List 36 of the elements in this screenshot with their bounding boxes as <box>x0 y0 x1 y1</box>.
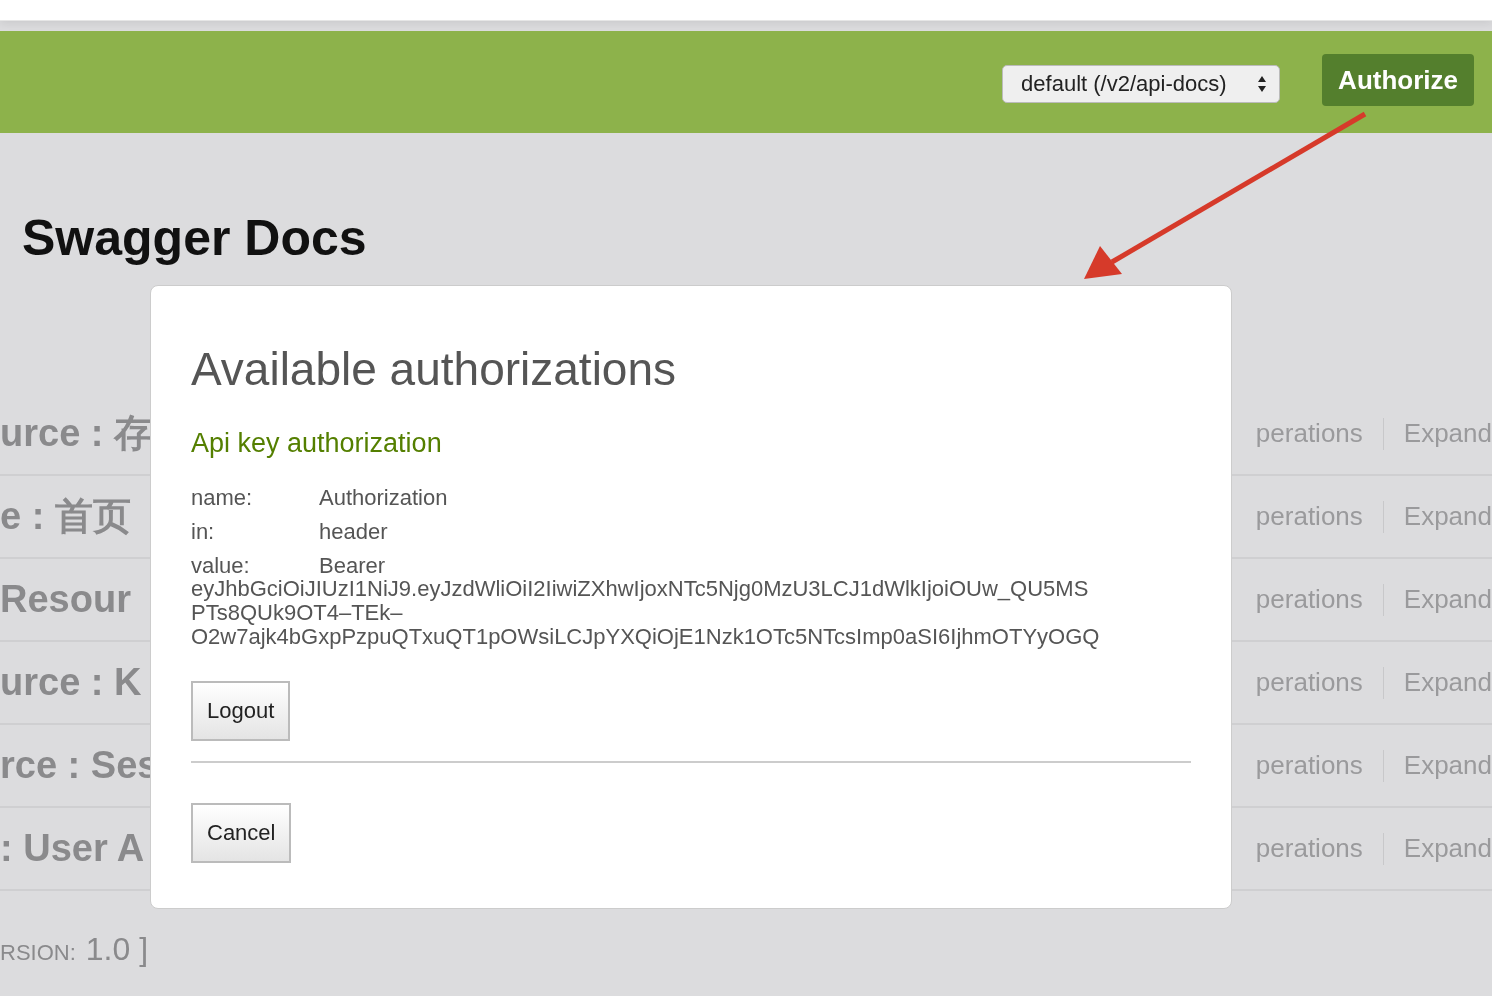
resource-name[interactable]: : User A <box>0 827 145 870</box>
operations-link[interactable]: perations <box>1255 750 1363 781</box>
expand-link[interactable]: Expand <box>1403 584 1492 615</box>
expand-link[interactable]: Expand <box>1403 750 1492 781</box>
field-value: header <box>319 519 388 545</box>
expand-link[interactable]: Expand <box>1403 418 1492 449</box>
spec-select[interactable]: default (/v2/api-docs) <box>1002 65 1281 103</box>
updown-caret-icon <box>1257 75 1268 93</box>
section-heading: Api key authorization <box>191 428 443 459</box>
resource-name[interactable]: urce : 存 <box>0 408 153 459</box>
logout-button[interactable]: Logout <box>191 681 291 741</box>
expand-link[interactable]: Expand <box>1403 833 1492 864</box>
resource-name[interactable]: urce : K <box>0 661 142 704</box>
page-title: Swagger Docs <box>22 209 368 268</box>
token-line: eyJhbGciOiJIUzI1NiJ9.eyJzdWliOiI2IiwiZXhwIjoxNTc5Njg0MzU3LCJ1dWlkIjoiOUw_QU5MS <box>191 577 1090 601</box>
operations-link[interactable]: perations <box>1255 418 1363 449</box>
authorize-button[interactable]: Authorize <box>1322 54 1474 106</box>
expand-link[interactable]: Expand <box>1403 667 1492 698</box>
operations-link[interactable]: perations <box>1255 833 1363 864</box>
expand-link[interactable]: Expand <box>1403 501 1492 532</box>
field-value: Authorization <box>319 485 448 511</box>
resource-name[interactable]: Resour <box>0 578 131 621</box>
version-number: 1.0 ] <box>85 931 149 968</box>
operations-link[interactable]: perations <box>1255 584 1363 615</box>
operations-link[interactable]: perations <box>1255 501 1363 532</box>
token-line: PTs8QUk9OT4–TEk– <box>191 601 403 625</box>
field-label: value: <box>191 553 251 579</box>
field-value: Bearer <box>319 553 386 579</box>
field-label: in: <box>191 519 216 545</box>
operations-link[interactable]: perations <box>1255 667 1363 698</box>
cancel-button[interactable]: Cancel <box>191 803 292 863</box>
dialog-title: Available authorizations <box>191 342 678 396</box>
field-label: name: <box>191 485 254 511</box>
token-line: O2w7ajk4bGxpPzpuQTxuQT1pOWsiLCJpYXQiOjE1Nzk1OTc5NTcsImp0aSI6IjhmOTYyOGQ <box>191 625 1101 649</box>
version-label: RSION: <box>0 940 76 966</box>
resource-name[interactable]: e : 首页 <box>0 491 131 542</box>
